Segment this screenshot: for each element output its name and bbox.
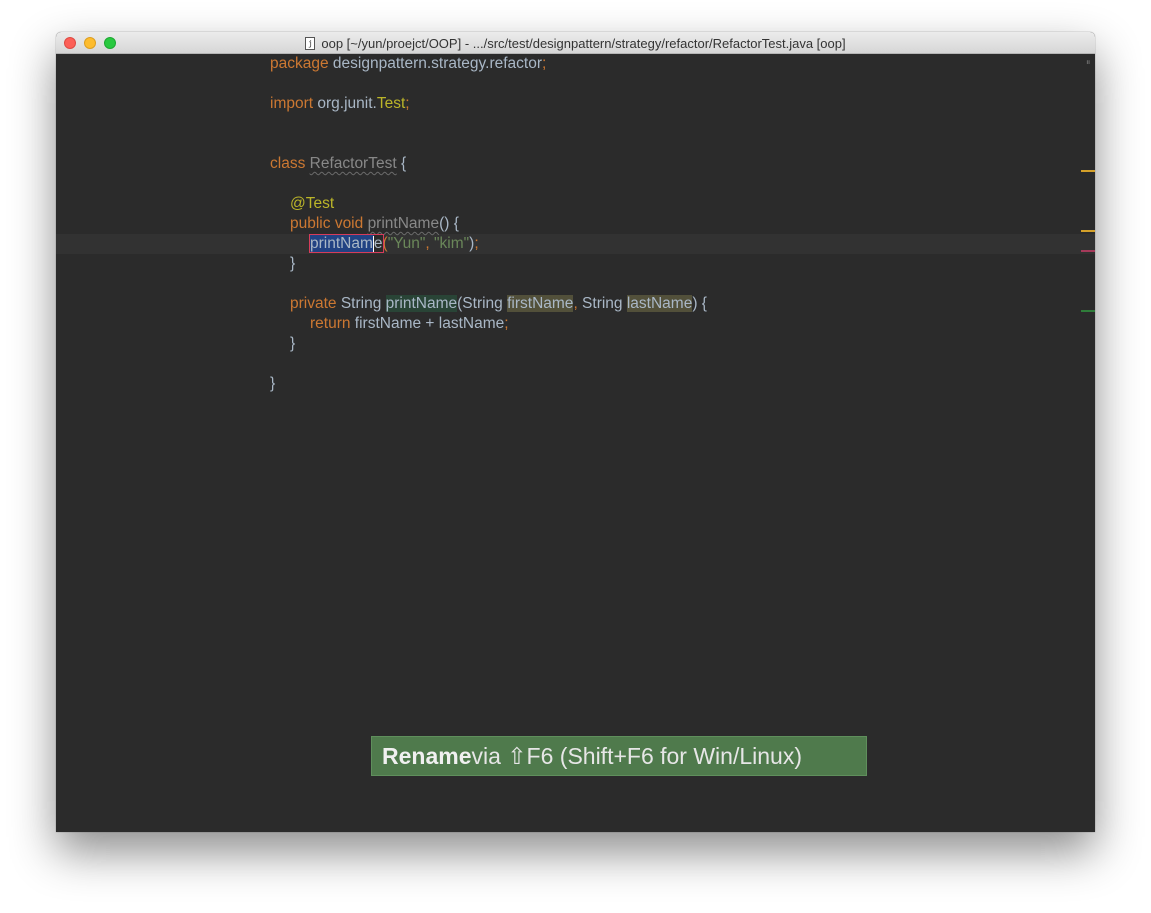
brace: } [290,335,296,352]
keyword: public [290,215,331,232]
tip-action: Rename [382,742,472,769]
keyword: class [270,155,306,172]
code-line-15[interactable]: } [290,334,295,354]
warning-mark[interactable] [1081,170,1095,172]
caret-row-highlight [56,234,1095,254]
rename-text: printNam [310,235,373,252]
code-line-1[interactable]: package designpattern.strategy.refactor; [270,54,546,74]
package-name: designpattern.strategy.refactor [328,55,542,72]
warning-mark[interactable] [1081,230,1095,232]
rename-mark[interactable] [1081,250,1095,252]
code-line-8[interactable]: @Test [290,194,334,214]
semicolon: ; [504,315,509,332]
rename-target[interactable]: printName [309,234,384,253]
param-name: firstName [507,295,574,312]
java-file-icon: j [305,36,316,50]
keyword: import [270,95,314,112]
code-line-14[interactable]: return firstName + lastName; [310,314,509,334]
semicolon: ; [542,55,547,72]
param-name: lastName [626,295,693,312]
import-path: org.junit. [313,95,377,112]
code-line-10[interactable]: printName("Yun", "kim"); [309,234,479,254]
shortcut-tip-banner: Rename via ⇧F6 (Shift+F6 for Win/Linux) [371,736,867,776]
annotation: @Test [290,195,335,212]
string-literal: "kim" [434,235,470,252]
semicolon: ; [405,95,410,112]
code-line-17[interactable]: } [270,374,275,394]
code-line-6[interactable]: class RefactorTest { [270,154,406,174]
param-type: String [577,295,627,312]
tip-shortcut: via ⇧F6 (Shift+F6 for Win/Linux) [471,742,802,769]
class-name: RefactorTest [309,155,397,172]
keyword: package [270,55,329,72]
usage-mark[interactable] [1081,310,1095,312]
code-editor[interactable]: package designpattern.strategy.refactor;… [56,54,1095,832]
method-name: printName [385,295,458,312]
brace: } [270,375,276,392]
ide-window: j oop [~/yun/proejct/OOP] - .../src/test… [56,32,1095,832]
brace: { [396,155,407,172]
brace: ) { [692,295,707,312]
import-class: Test [376,95,406,112]
keyword: return [310,315,351,332]
title-bar[interactable]: j oop [~/yun/proejct/OOP] - .../src/test… [56,32,1095,54]
brace: } [290,255,296,272]
method-name: printName [367,215,440,232]
keyword: void [334,215,364,232]
error-stripe-gutter[interactable]: ⏸ [1081,54,1095,832]
code-line-11[interactable]: } [290,254,295,274]
code-line-3[interactable]: import org.junit.Test; [270,94,410,114]
expression: firstName + lastName [350,315,505,332]
semicolon: ; [474,235,479,252]
window-title: oop [~/yun/proejct/OOP] - .../src/test/d… [321,35,846,51]
code-line-9[interactable]: public void printName() { [290,214,459,234]
comma: , [425,235,435,252]
rename-text-tail: e [373,235,383,252]
scroll-handle-icon[interactable]: ⏸ [1086,58,1091,67]
window-title-area: j oop [~/yun/proejct/OOP] - .../src/test… [56,32,1095,54]
code-line-13[interactable]: private String printName(String firstNam… [290,294,707,314]
keyword: private [290,295,337,312]
parens: () { [439,215,459,232]
param-type: (String [457,295,508,312]
type: String [336,295,386,312]
string-literal: "Yun" [387,235,426,252]
